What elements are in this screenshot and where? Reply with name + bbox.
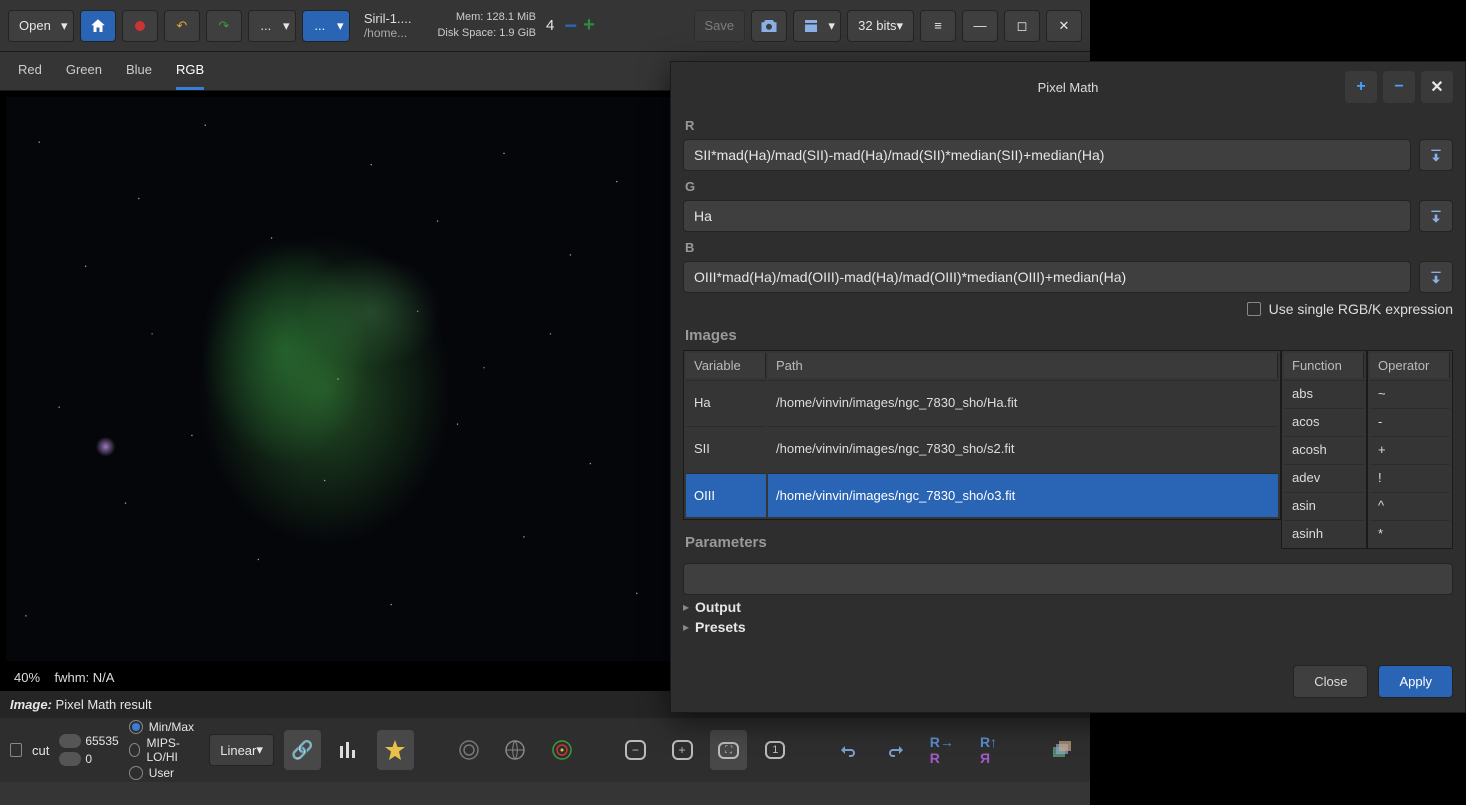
lo-slider[interactable] — [59, 752, 81, 766]
pixel-math-dialog: Pixel Math + − ✕ R G B Use single RGB/K … — [670, 61, 1466, 713]
minimize-button[interactable]: — — [962, 10, 998, 42]
flip-v-icon[interactable]: R↑Я — [970, 730, 1007, 770]
maximize-button[interactable]: ◻ — [1004, 10, 1040, 42]
list-item[interactable]: adev — [1284, 464, 1364, 490]
output-expander[interactable]: Output — [683, 599, 1453, 615]
list-item[interactable]: asin — [1284, 492, 1364, 518]
rotate-right-icon[interactable] — [877, 730, 914, 770]
bits-dropdown[interactable]: 32 bits ▾ — [847, 10, 914, 42]
open-dropdown[interactable]: ▾ — [56, 10, 74, 42]
list-item[interactable]: ^ — [1370, 492, 1450, 518]
rotate-left-icon[interactable] — [830, 730, 867, 770]
zoom-out-icon[interactable]: − — [617, 730, 654, 770]
list-item[interactable]: + — [1370, 436, 1450, 462]
open-button[interactable]: Open — [8, 10, 62, 42]
images-table[interactable]: Variable Path Ha/home/vinvin/images/ngc_… — [683, 350, 1281, 520]
b-load-button[interactable] — [1419, 261, 1453, 293]
record-button[interactable] — [122, 10, 158, 42]
table-row[interactable]: Ha/home/vinvin/images/ngc_7830_sho/Ha.fi… — [686, 380, 1278, 424]
list-item[interactable]: - — [1370, 408, 1450, 434]
radio-minmax[interactable] — [129, 720, 143, 734]
use-single-label: Use single RGB/K expression — [1269, 301, 1453, 317]
layers-icon[interactable] — [1043, 730, 1080, 770]
range-mode-radios: Min/Max MIPS-LO/HI User — [129, 720, 200, 780]
range-sliders: 65535 0 — [59, 734, 118, 766]
radio-mips[interactable] — [129, 743, 141, 757]
window-title: Siril-1.... /home... — [364, 11, 412, 40]
flip-h-icon[interactable]: R→R — [924, 730, 961, 770]
list-item[interactable]: abs — [1284, 380, 1364, 406]
snapshot-button[interactable] — [751, 10, 787, 42]
tab-rgb[interactable]: RGB — [176, 62, 204, 90]
zoom-in-icon[interactable]: + — [664, 730, 701, 770]
redo-button[interactable]: ↷ — [206, 10, 242, 42]
list-item[interactable]: acosh — [1284, 436, 1364, 462]
spiral-icon[interactable] — [450, 730, 487, 770]
label-r: R — [685, 118, 1451, 133]
more-2-dropdown[interactable]: ▾ — [332, 10, 350, 42]
tab-blue[interactable]: Blue — [126, 62, 152, 90]
g-load-button[interactable] — [1419, 200, 1453, 232]
close-button[interactable]: Close — [1293, 665, 1368, 698]
zoom-100-icon[interactable]: 1 — [757, 730, 794, 770]
globe-icon[interactable] — [497, 730, 534, 770]
r-expression-input[interactable] — [683, 139, 1411, 171]
b-expression-input[interactable] — [683, 261, 1411, 293]
label-b: B — [685, 240, 1451, 255]
list-item[interactable]: asinh — [1284, 520, 1364, 546]
system-stats: Mem: 128.1 MiB Disk Space: 1.9 GiB — [437, 10, 535, 41]
tab-red[interactable]: Red — [18, 62, 42, 90]
bottom-toolbar: cut 65535 0 Min/Max MIPS-LO/HI User Line… — [0, 718, 1090, 782]
target-icon[interactable] — [544, 730, 581, 770]
zoom-fit-icon[interactable]: ⛶ — [710, 730, 747, 770]
stretch-dropdown[interactable]: Linear ▾ — [209, 734, 274, 766]
hamburger-menu[interactable]: ≡ — [920, 10, 956, 42]
zoom-in-button[interactable]: + — [583, 14, 595, 37]
main-toolbar: Open ▾ ↶ ↷ ... ▾ ... ▾ Siril-1.... /home… — [0, 0, 1090, 52]
home-button[interactable] — [80, 10, 116, 42]
operators-table[interactable]: Operator ~-+!^* — [1367, 350, 1453, 549]
histogram-icon[interactable] — [331, 730, 368, 770]
zoom-out-button[interactable]: − — [564, 13, 577, 39]
hi-slider[interactable] — [59, 734, 81, 748]
list-item[interactable]: ~ — [1370, 380, 1450, 406]
list-item[interactable]: acos — [1284, 408, 1364, 434]
g-expression-input[interactable] — [683, 200, 1411, 232]
label-g: G — [685, 179, 1451, 194]
use-single-checkbox[interactable] — [1247, 302, 1261, 316]
parameters-input[interactable] — [683, 563, 1453, 595]
dialog-remove-button[interactable]: − — [1383, 71, 1415, 103]
undo-button[interactable]: ↶ — [164, 10, 200, 42]
table-row[interactable]: SII/home/vinvin/images/ngc_7830_sho/s2.f… — [686, 426, 1278, 470]
functions-table[interactable]: Function absacosacoshadevasinasinh — [1281, 350, 1367, 549]
images-heading: Images — [685, 327, 1451, 344]
close-window-button[interactable]: ✕ — [1046, 10, 1082, 42]
save-button[interactable]: Save — [694, 10, 746, 42]
r-load-button[interactable] — [1419, 139, 1453, 171]
presets-expander[interactable]: Presets — [683, 619, 1453, 635]
radio-user[interactable] — [129, 766, 143, 780]
star-icon[interactable] — [377, 730, 414, 770]
more-1-dropdown[interactable]: ▾ — [278, 10, 296, 42]
chain-icon[interactable]: 🔗 — [284, 730, 321, 770]
list-item[interactable]: ! — [1370, 464, 1450, 490]
nebula-image — [6, 97, 670, 661]
list-item[interactable]: * — [1370, 520, 1450, 546]
dialog-close-icon[interactable]: ✕ — [1421, 71, 1453, 103]
viewer-status: 40% fwhm: N/A — [14, 670, 114, 685]
table-row[interactable]: OIII/home/vinvin/images/ngc_7830_sho/o3.… — [686, 473, 1278, 517]
cut-label: cut — [32, 743, 49, 758]
export-dropdown[interactable]: ▾ — [823, 10, 841, 42]
zoom-value: 4 — [546, 17, 554, 34]
apply-button[interactable]: Apply — [1378, 665, 1453, 698]
dialog-add-button[interactable]: + — [1345, 71, 1377, 103]
cut-checkbox[interactable] — [10, 743, 22, 757]
tab-green[interactable]: Green — [66, 62, 102, 90]
